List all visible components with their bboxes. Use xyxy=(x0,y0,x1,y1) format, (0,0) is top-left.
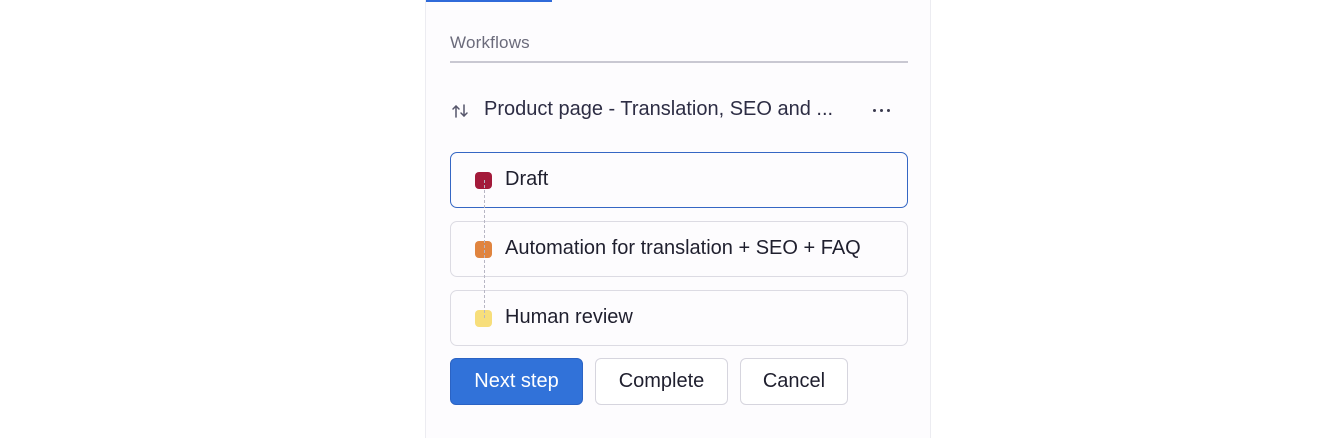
next-step-button[interactable]: Next step xyxy=(450,358,583,405)
step-label: Human review xyxy=(505,306,633,328)
workflow-panel: Workflows Product page - Translation, SE… xyxy=(425,0,931,438)
cancel-button[interactable]: Cancel xyxy=(740,358,848,405)
step-label: Draft xyxy=(505,168,549,190)
step-human-review[interactable]: Human review xyxy=(450,290,908,346)
step-draft[interactable]: Draft xyxy=(450,152,908,208)
section-label: Workflows xyxy=(450,33,530,52)
step-connector-line xyxy=(484,180,485,318)
workflow-title[interactable]: Product page - Translation, SEO and ... xyxy=(484,98,864,121)
workflow-header: Product page - Translation, SEO and ... xyxy=(450,96,908,126)
section-divider xyxy=(450,61,908,63)
step-label: Automation for translation + SEO + FAQ xyxy=(505,237,861,259)
more-horizontal-icon xyxy=(873,109,876,112)
complete-button[interactable]: Complete xyxy=(595,358,728,405)
swap-arrows-icon xyxy=(452,104,468,118)
more-options-button[interactable] xyxy=(868,96,896,124)
step-automation[interactable]: Automation for translation + SEO + FAQ xyxy=(450,221,908,277)
active-tab-indicator xyxy=(426,0,552,2)
